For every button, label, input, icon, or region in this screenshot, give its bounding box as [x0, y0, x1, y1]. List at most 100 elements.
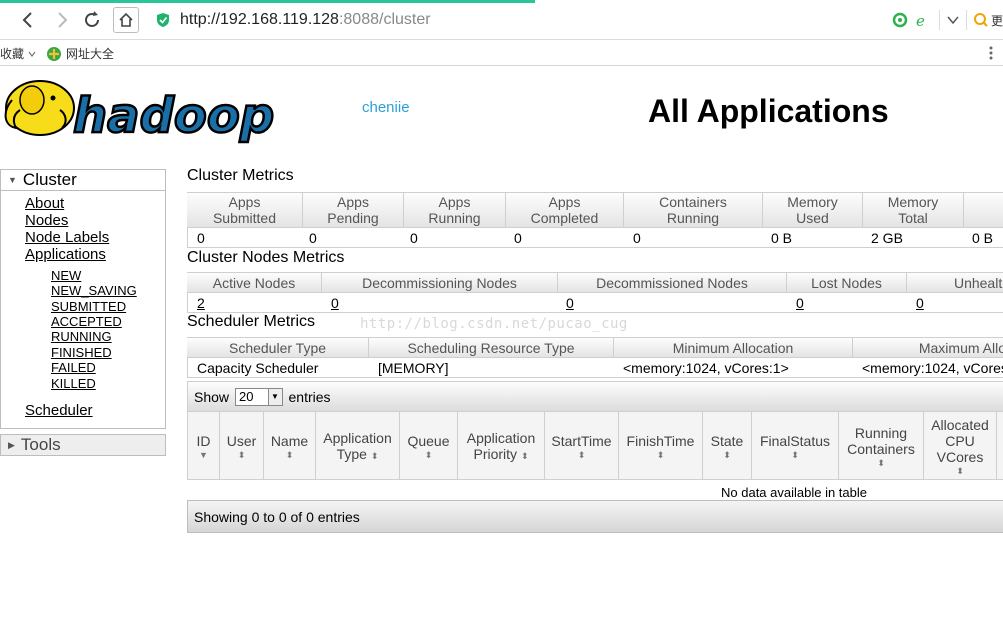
logo-text: hadoop	[73, 88, 274, 144]
nav-state-new[interactable]: NEW	[51, 268, 81, 283]
nav-cluster-header[interactable]: ▼ Cluster	[0, 169, 166, 191]
sort-icon: ⬍	[520, 451, 529, 461]
bookmark-favorites[interactable]: 收藏	[0, 45, 37, 62]
column-header-application-priority[interactable]: Application Priority ⬍	[458, 412, 545, 480]
page-size-value: 20	[239, 389, 254, 404]
metric-header: Scheduling Resource Type	[369, 338, 614, 357]
metric-header: Maximum Alloc	[918, 339, 1003, 356]
url-host: http://192.168.119.128	[180, 11, 339, 28]
header-line: Apps	[548, 194, 581, 210]
column-header-name[interactable]: Name ⬍	[264, 412, 316, 480]
metric-value: 0	[633, 230, 641, 246]
column-label: FinishTime	[626, 432, 695, 449]
forward-button[interactable]	[51, 9, 73, 31]
column-label: ID	[196, 432, 211, 449]
column-header-start-time[interactable]: StartTime ⬍	[545, 412, 619, 480]
sort-icon: ⬍	[577, 449, 586, 460]
metric-header: Unhealthy	[953, 274, 1003, 291]
sort-icon: ⬍	[370, 451, 379, 461]
nodes-metrics-values: 2 0 0 0 0	[187, 293, 1003, 313]
nav-link-scheduler[interactable]: Scheduler	[25, 402, 93, 419]
scheduler-metrics-title: Scheduler Metrics	[187, 313, 316, 330]
nav-state-accepted[interactable]: ACCEPTED	[51, 314, 122, 329]
column-header-user[interactable]: User ⬍	[220, 412, 264, 480]
security-shield-icon	[157, 13, 169, 27]
bookmark-site-directory[interactable]: 网址大全	[46, 45, 114, 62]
url-text: http://192.168.119.128:8088/cluster	[180, 11, 431, 29]
nav-tools-label: Tools	[20, 435, 61, 454]
table-info-footer: Showing 0 to 0 of 0 entries	[187, 500, 1003, 533]
chevron-down-icon[interactable]	[946, 13, 960, 27]
forward-arrow-icon	[58, 12, 68, 28]
nav-state-submitted[interactable]: SUBMITTED	[51, 299, 126, 314]
header-line: Total	[898, 210, 928, 226]
sort-icon: ⬍	[956, 465, 964, 476]
header-line: Apps	[438, 194, 471, 210]
user-link[interactable]: cheniie	[362, 99, 410, 116]
scheduler-metrics-values: Capacity Scheduler [MEMORY] <memory:1024…	[187, 358, 1003, 378]
site-directory-icon	[47, 46, 61, 61]
header-line: Running	[666, 210, 720, 226]
cluster-metrics-title: Cluster Metrics	[187, 167, 294, 184]
search-icon[interactable]	[973, 12, 989, 28]
column-header-running-containers[interactable]: Running Containers ⬍	[839, 412, 924, 480]
nav-state-killed[interactable]: KILLED	[51, 376, 96, 391]
bookmark-label: 收藏	[0, 47, 25, 61]
column-header-application-type[interactable]: Application Type ⬍	[316, 412, 400, 480]
nav-state-new-saving[interactable]: NEW_SAVING	[51, 283, 137, 298]
active-nodes-link[interactable]: 2	[197, 295, 205, 311]
nav-link-node-labels[interactable]: Node Labels	[25, 229, 109, 246]
toolbar-divider	[938, 10, 940, 30]
column-label: VCores	[936, 448, 984, 465]
column-label: Allocated	[931, 416, 989, 433]
header-line: Completed	[530, 210, 599, 226]
metric-value: <memory:1024, vCores:1>	[623, 360, 789, 376]
unhealthy-nodes-link[interactable]: 0	[916, 295, 924, 311]
entries-label: entries	[288, 388, 331, 405]
header-line: Memory	[787, 194, 838, 210]
nav-link-about[interactable]: About	[25, 195, 64, 212]
sort-icon: ⬍	[424, 449, 433, 460]
back-button[interactable]	[17, 9, 39, 31]
decommissioning-nodes-link[interactable]: 0	[331, 295, 339, 311]
nav-link-applications[interactable]: Applications	[25, 246, 106, 263]
metric-value: 0	[309, 230, 317, 246]
metric-value: 0	[197, 230, 205, 246]
column-label: Type	[336, 446, 367, 462]
nav-link-nodes[interactable]: Nodes	[25, 212, 68, 229]
reload-button[interactable]	[81, 9, 103, 31]
nodes-metrics-title: Cluster Nodes Metrics	[187, 249, 345, 266]
column-header-final-status[interactable]: FinalStatus ⬍	[752, 412, 839, 480]
column-header-finish-time[interactable]: FinishTime ⬍	[619, 412, 703, 480]
nodes-metrics-header: Active Nodes Decommissioning Nodes Decom…	[187, 272, 1003, 293]
truncated-menu-label[interactable]: 更	[991, 12, 1003, 29]
metric-header: Apps Running	[404, 193, 506, 227]
column-header-queue[interactable]: Queue ⬍	[400, 412, 458, 480]
header-line: Running	[428, 210, 481, 226]
cluster-metrics-values: 0 0 0 0 0 0 B 2 GB 0 B	[187, 228, 1003, 248]
address-bar[interactable]: http://192.168.119.128:8088/cluster	[150, 7, 890, 33]
nav-state-running[interactable]: RUNNING	[51, 329, 112, 344]
column-label: CPU	[945, 432, 975, 449]
nav-tools-header[interactable]: ▶ Tools	[0, 434, 166, 456]
nav-state-failed[interactable]: FAILED	[51, 360, 96, 375]
decommissioned-nodes-link[interactable]: 0	[566, 295, 574, 311]
metric-value: 2 GB	[871, 230, 903, 246]
column-label: Priority	[473, 446, 518, 462]
column-header-id[interactable]: ID ▼	[188, 412, 220, 480]
ie-compat-icon[interactable]: e	[913, 11, 931, 29]
column-header-allocated-cpu-vcores[interactable]: Allocated CPU VCores ⬍	[924, 412, 997, 480]
metric-header: Containers Running	[624, 193, 763, 227]
metric-value: [MEMORY]	[378, 360, 449, 376]
lost-nodes-link[interactable]: 0	[796, 295, 804, 311]
home-button[interactable]	[113, 7, 139, 33]
column-label: State	[710, 432, 744, 449]
nav-state-finished[interactable]: FINISHED	[51, 345, 112, 360]
metric-header: Apps Pending	[303, 193, 404, 227]
more-vertical-icon[interactable]	[989, 45, 993, 61]
column-header-state[interactable]: State ⬍	[703, 412, 752, 480]
column-label: Application	[466, 430, 536, 446]
extension-icon[interactable]	[891, 11, 909, 29]
page-size-select[interactable]: 20 ▼	[235, 387, 283, 406]
sort-icon: ⬍	[237, 449, 246, 460]
